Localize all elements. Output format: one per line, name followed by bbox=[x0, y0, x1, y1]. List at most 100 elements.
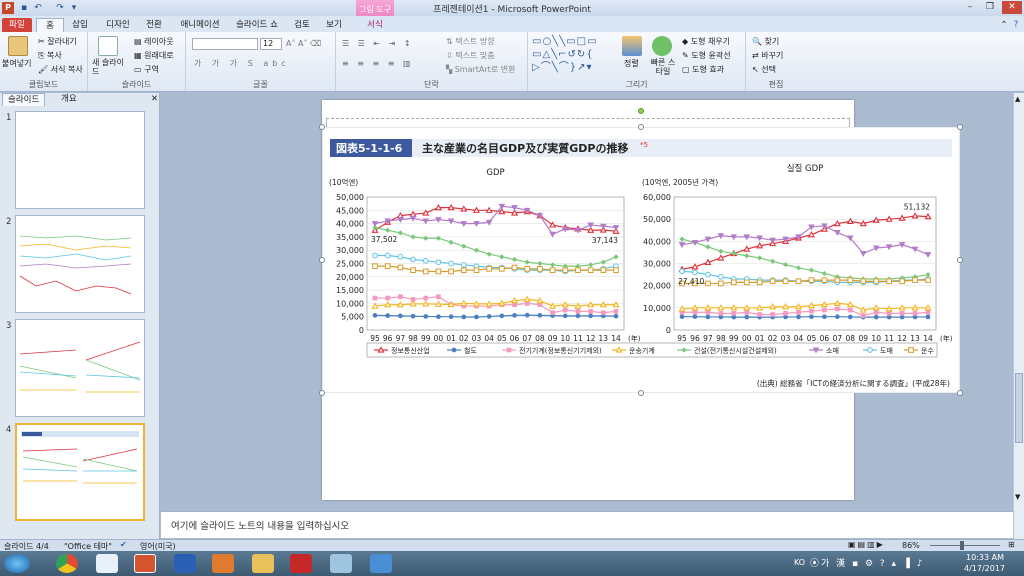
tab-design[interactable]: 디자인 bbox=[98, 18, 138, 32]
tab-home[interactable]: 홈 bbox=[36, 18, 64, 32]
slide-thumbnail-2[interactable] bbox=[15, 215, 145, 313]
x-tick-label: 96 bbox=[383, 334, 393, 343]
copy-button[interactable]: ⎘ 복사 bbox=[38, 50, 62, 61]
tab-format[interactable]: 서식 bbox=[358, 18, 392, 32]
text-direction-button[interactable]: ⇅ 텍스트 방향 bbox=[446, 36, 495, 47]
rotate-handle[interactable] bbox=[638, 108, 644, 114]
minimize-ribbon-icon[interactable]: ⌃ bbox=[998, 18, 1010, 32]
tab-view[interactable]: 보기 bbox=[320, 18, 348, 32]
y-tick-label: 0 bbox=[359, 326, 364, 335]
select-button[interactable]: ↖ 선택 bbox=[752, 64, 776, 75]
resize-handle[interactable] bbox=[957, 257, 963, 263]
notes-pane[interactable]: 여기에 슬라이드 노트의 내용을 입력하십시오 bbox=[161, 511, 1013, 538]
word-taskbar-icon[interactable] bbox=[174, 554, 196, 573]
tab-file[interactable]: 파일 bbox=[2, 18, 32, 32]
chrome-icon[interactable] bbox=[56, 554, 78, 573]
app-icon[interactable] bbox=[330, 554, 352, 573]
maximize-button[interactable]: ❐ bbox=[980, 1, 1000, 14]
new-slide-icon[interactable] bbox=[98, 36, 118, 56]
resize-handle[interactable] bbox=[957, 390, 963, 396]
find-button[interactable]: 🔍 찾기 bbox=[752, 36, 779, 47]
scroll-up-icon[interactable]: ▲ bbox=[1015, 95, 1020, 103]
smartart-button[interactable]: ▚ SmartArt로 변환 bbox=[446, 64, 515, 75]
quick-styles-icon[interactable] bbox=[652, 36, 672, 56]
font-size-select[interactable]: 12 bbox=[260, 38, 282, 50]
shape-fill-button[interactable]: ◆ 도형 채우기 bbox=[682, 36, 730, 47]
app-icon[interactable] bbox=[212, 554, 234, 573]
font-format-icons[interactable]: 가 가 가 S abc bbox=[194, 58, 290, 69]
tray-icons[interactable]: ⦿가 漢 ▪ ⚙ ? ▴ ▐ ♪ bbox=[810, 556, 924, 569]
resize-handle[interactable] bbox=[638, 124, 644, 130]
arrange-button[interactable]: 정렬 bbox=[624, 58, 639, 69]
resize-handle[interactable] bbox=[638, 390, 644, 396]
format-painter-button[interactable]: 🖌 서식 복사 bbox=[38, 64, 83, 75]
vertical-scrollbar[interactable]: ▲ ▼ bbox=[1013, 93, 1024, 539]
data-point bbox=[372, 313, 378, 318]
folder-icon[interactable] bbox=[252, 554, 274, 573]
quick-styles-button[interactable]: 빠른 스타일 bbox=[648, 58, 678, 76]
replace-button[interactable]: ⇄ 바꾸기 bbox=[752, 50, 783, 61]
tab-insert[interactable]: 삽입 bbox=[66, 18, 94, 32]
start-button-icon[interactable] bbox=[4, 554, 30, 573]
resize-handle[interactable] bbox=[319, 257, 325, 263]
resize-handle[interactable] bbox=[319, 124, 325, 130]
alignment-icons[interactable]: ≡ ≡ ≡ ≡ ▥ bbox=[342, 59, 414, 68]
layout-button[interactable]: ▤ 레이아웃 bbox=[134, 36, 174, 47]
data-point bbox=[410, 313, 416, 319]
view-buttons[interactable]: ▣▤▥▶ bbox=[848, 540, 885, 549]
minimize-button[interactable]: – bbox=[960, 1, 980, 14]
paragraph-group-label: 단락 bbox=[424, 80, 439, 89]
slide-thumbnail-1[interactable] bbox=[15, 111, 145, 209]
cut-button[interactable]: ✂ 잘라내기 bbox=[38, 36, 77, 47]
resize-handle[interactable] bbox=[319, 390, 325, 396]
slide-thumbnail-3[interactable] bbox=[15, 319, 145, 417]
tab-slideshow[interactable]: 슬라이드 쇼 bbox=[230, 18, 284, 32]
app-icon[interactable] bbox=[370, 554, 392, 573]
close-button[interactable]: ✕ bbox=[1002, 1, 1022, 14]
reset-button[interactable]: ▦ 원래대로 bbox=[134, 50, 174, 61]
data-point bbox=[899, 278, 905, 285]
pdf-reader-icon[interactable] bbox=[290, 554, 312, 573]
data-point bbox=[873, 309, 879, 315]
x-tick-label: 14 bbox=[611, 334, 621, 343]
section-button[interactable]: ▭ 구역 bbox=[134, 64, 159, 75]
font-name-select[interactable] bbox=[192, 38, 258, 50]
tab-outline[interactable]: 개요 bbox=[56, 93, 82, 106]
data-point bbox=[782, 278, 789, 285]
tab-slides[interactable]: 슬라이드 bbox=[2, 93, 46, 106]
chart-figure-image[interactable]: 図表5-1-1-6 主な産業の名目GDP及び実質GDPの推移 *5 GDP (10… bbox=[319, 108, 963, 396]
x-tick-label: 99 bbox=[729, 334, 739, 343]
notes-placeholder[interactable]: 여기에 슬라이드 노트의 내용을 입력하십시오 bbox=[171, 518, 349, 532]
grow-shrink-font-icons[interactable]: A˄ A˅ ⌫ bbox=[286, 39, 321, 48]
shape-effects-button[interactable]: ▢ 도형 효과 bbox=[682, 64, 724, 75]
x-tick-label: 08 bbox=[535, 334, 545, 343]
context-tab-label: 그림 도구 bbox=[359, 5, 391, 14]
scroll-down-icon[interactable]: ▼ bbox=[1015, 493, 1020, 501]
input-language[interactable]: KO bbox=[794, 558, 805, 567]
shapes-gallery[interactable]: ▭○╲╲▭□▭ ▭△╲⌐↺↻{ ▷⌒╲⌒}↗▾ bbox=[532, 35, 612, 74]
paste-icon[interactable] bbox=[8, 36, 28, 56]
tab-animations[interactable]: 애니메이션 bbox=[172, 18, 228, 32]
x-tick-label: 12 bbox=[897, 334, 907, 343]
powerpoint-taskbar-icon[interactable] bbox=[134, 554, 156, 573]
slide-thumbnail-4-selected[interactable] bbox=[15, 423, 145, 521]
zoom-slider[interactable] bbox=[930, 545, 1000, 546]
align-text-button[interactable]: ⇳ 텍스트 맞춤 bbox=[446, 50, 495, 61]
new-slide-button[interactable]: 새 슬라이드 bbox=[92, 58, 128, 76]
tab-transitions[interactable]: 전환 bbox=[140, 18, 168, 32]
arrange-icon[interactable] bbox=[622, 36, 642, 56]
list-indent-icons[interactable]: ☰ ☰ ⇤ ⇥ ↕ bbox=[342, 39, 414, 48]
shape-outline-button[interactable]: ✎ 도형 윤곽선 bbox=[682, 50, 731, 61]
data-point bbox=[398, 294, 403, 300]
paste-button[interactable]: 붙여넣기 bbox=[2, 58, 31, 69]
fit-slide-icon[interactable]: ⊞ bbox=[1008, 540, 1015, 549]
app-icon[interactable] bbox=[96, 554, 118, 573]
zoom-level[interactable]: 86% bbox=[902, 541, 920, 550]
data-point bbox=[537, 265, 543, 272]
spellcheck-icon[interactable]: ✔ bbox=[120, 540, 127, 549]
resize-handle[interactable] bbox=[957, 124, 963, 130]
help-icon[interactable]: ? bbox=[1010, 18, 1022, 32]
zoom-slider-thumb[interactable] bbox=[960, 541, 964, 550]
tab-review[interactable]: 검토 bbox=[288, 18, 316, 32]
scroll-thumb[interactable] bbox=[1015, 373, 1023, 443]
